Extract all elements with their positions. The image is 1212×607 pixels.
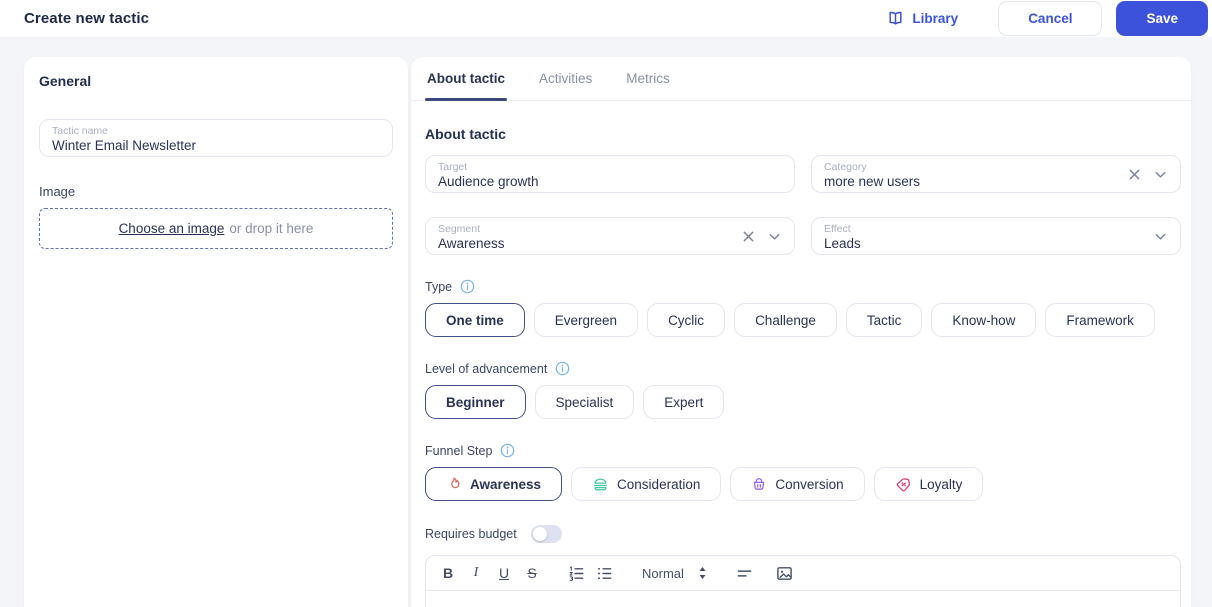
funnel-info-icon[interactable] xyxy=(500,443,515,458)
strikethrough-icon[interactable]: S xyxy=(520,563,544,583)
paragraph-format-select[interactable]: Normal xyxy=(636,566,713,581)
image-label: Image xyxy=(39,184,76,199)
funnel-options: Awareness Consideration Conversion Loyal… xyxy=(425,467,1181,501)
level-option-beginner[interactable]: Beginner xyxy=(425,385,526,419)
type-label: Type xyxy=(425,279,453,294)
type-option-tactic[interactable]: Tactic xyxy=(845,303,923,337)
tab-bar: About tactic Activities Metrics xyxy=(411,57,1191,101)
funnel-option-conversion[interactable]: Conversion xyxy=(730,467,865,501)
type-option-know-how[interactable]: Know-how xyxy=(931,303,1037,337)
level-label: Level of advancement xyxy=(425,361,548,376)
ordered-list-icon[interactable] xyxy=(564,563,588,583)
funnel-option-consideration[interactable]: Consideration xyxy=(571,467,722,501)
type-options: One time Evergreen Cyclic Challenge Tact… xyxy=(425,303,1181,337)
tag-icon xyxy=(895,476,912,493)
bold-icon[interactable]: B xyxy=(436,563,460,583)
tab-metrics[interactable]: Metrics xyxy=(624,57,672,100)
level-options: Beginner Specialist Expert xyxy=(425,385,1181,419)
funnel-option-awareness[interactable]: Awareness xyxy=(425,467,563,501)
category-clear-icon[interactable] xyxy=(1128,168,1141,181)
target-value: Audience growth xyxy=(438,174,539,190)
form-row-1: Target Audience growth Category more new… xyxy=(425,155,1181,193)
funnel-option-label: Loyalty xyxy=(919,476,963,492)
segment-value: Awareness xyxy=(438,236,505,252)
description-editor: B I U S Normal xyxy=(425,555,1181,607)
about-heading: About tactic xyxy=(425,126,506,142)
image-dropzone[interactable]: Choose an image or drop it here xyxy=(39,208,393,249)
library-button[interactable]: Library xyxy=(887,10,958,27)
page-title: Create new tactic xyxy=(24,10,150,27)
italic-icon[interactable]: I xyxy=(464,563,488,583)
cancel-button[interactable]: Cancel xyxy=(998,1,1103,36)
insert-image-icon[interactable] xyxy=(773,563,797,583)
category-select[interactable]: Category more new users xyxy=(811,155,1181,193)
tactic-detail-panel: About tactic Activities Metrics About ta… xyxy=(411,57,1191,607)
effect-label: Effect xyxy=(824,223,851,235)
segment-clear-icon[interactable] xyxy=(742,230,755,243)
funnel-option-loyalty[interactable]: Loyalty xyxy=(873,467,984,501)
tactic-name-value: Winter Email Newsletter xyxy=(52,138,197,154)
funnel-step-label: Funnel Step xyxy=(425,443,493,458)
type-option-one-time[interactable]: One time xyxy=(425,303,525,337)
form-row-2: Segment Awareness Effect Leads xyxy=(425,217,1181,255)
choose-image-link[interactable]: Choose an image xyxy=(119,221,225,236)
underline-icon[interactable]: U xyxy=(492,563,516,583)
align-icon[interactable] xyxy=(733,563,757,583)
tab-about-tactic[interactable]: About tactic xyxy=(425,57,508,101)
top-bar: Create new tactic Library Cancel Save xyxy=(0,0,1212,37)
requires-budget-toggle[interactable] xyxy=(530,525,562,543)
type-option-framework[interactable]: Framework xyxy=(1045,303,1155,337)
requires-budget-label: Requires budget xyxy=(425,527,517,541)
requires-budget-row: Requires budget xyxy=(425,525,1181,543)
general-heading: General xyxy=(39,73,92,89)
target-label: Target xyxy=(438,161,468,173)
tab-activities[interactable]: Activities xyxy=(537,57,594,100)
level-option-specialist[interactable]: Specialist xyxy=(534,385,635,419)
library-button-label: Library xyxy=(912,11,959,26)
about-tactic-body: About tactic Target Audience growth Cate… xyxy=(411,101,1191,607)
funnel-label-row: Funnel Step xyxy=(425,443,1181,458)
tactic-name-label: Tactic name xyxy=(52,125,109,137)
dropzone-hint: or drop it here xyxy=(229,221,314,236)
target-input[interactable]: Target Audience growth xyxy=(425,155,795,193)
effect-value: Leads xyxy=(824,236,861,252)
segment-select[interactable]: Segment Awareness xyxy=(425,217,795,255)
category-label: Category xyxy=(824,161,867,173)
type-label-row: Type xyxy=(425,279,1181,294)
editor-toolbar: B I U S Normal xyxy=(426,556,1180,591)
flame-icon xyxy=(446,476,462,492)
description-text[interactable]: Seasonal newsletter launch offering disc… xyxy=(426,591,1180,607)
segment-label: Segment xyxy=(438,223,481,235)
effect-chevron-down-icon[interactable] xyxy=(1153,229,1168,244)
save-button[interactable]: Save xyxy=(1116,1,1208,36)
header-actions: Library Cancel Save xyxy=(887,1,1208,36)
burger-icon xyxy=(592,476,609,493)
type-option-evergreen[interactable]: Evergreen xyxy=(533,303,639,337)
effect-select[interactable]: Effect Leads xyxy=(811,217,1181,255)
funnel-option-label: Consideration xyxy=(617,476,701,492)
type-option-cyclic[interactable]: Cyclic xyxy=(647,303,726,337)
segment-chevron-down-icon[interactable] xyxy=(767,229,782,244)
format-updown-icon xyxy=(698,567,707,579)
level-label-row: Level of advancement xyxy=(425,361,1181,376)
category-value: more new users xyxy=(824,174,921,190)
basket-icon xyxy=(751,476,767,492)
type-info-icon[interactable] xyxy=(460,279,475,294)
level-option-expert[interactable]: Expert xyxy=(643,385,725,419)
bullet-list-icon[interactable] xyxy=(592,563,616,583)
funnel-option-label: Awareness xyxy=(470,476,542,492)
level-info-icon[interactable] xyxy=(555,361,570,376)
category-chevron-down-icon[interactable] xyxy=(1153,167,1168,182)
paragraph-format-value: Normal xyxy=(642,565,684,581)
type-option-challenge[interactable]: Challenge xyxy=(734,303,837,337)
toggle-knob xyxy=(532,527,547,541)
main-content: General Tactic name Winter Email Newslet… xyxy=(24,57,1212,607)
book-icon xyxy=(887,10,904,27)
tactic-name-field[interactable]: Tactic name Winter Email Newsletter xyxy=(39,119,393,157)
funnel-option-label: Conversion xyxy=(775,476,844,492)
general-panel: General Tactic name Winter Email Newslet… xyxy=(24,57,408,607)
